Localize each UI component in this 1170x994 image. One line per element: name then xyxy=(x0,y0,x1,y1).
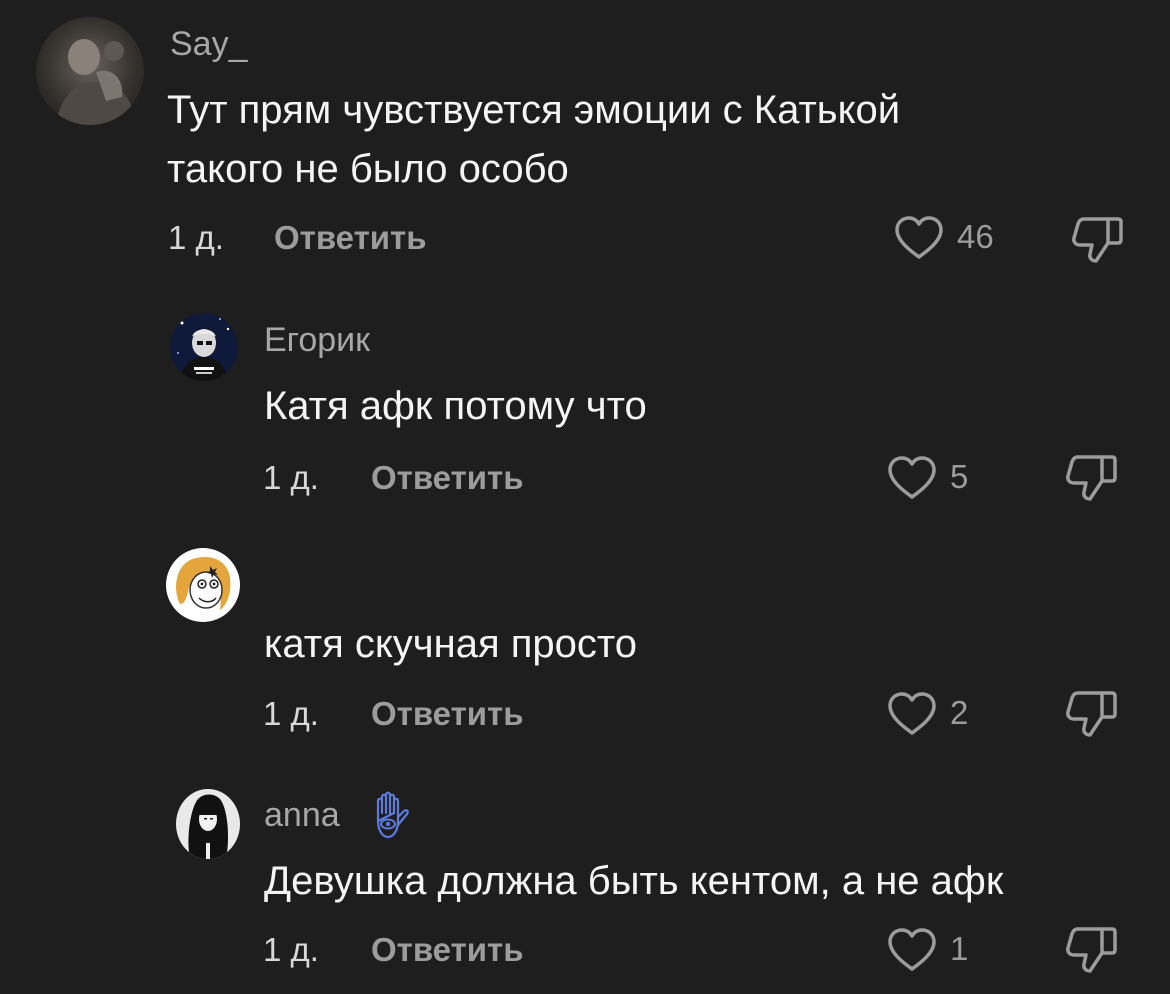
reply-button[interactable]: Ответить xyxy=(371,458,524,498)
comment-meta: 1 д. Ответить xyxy=(0,458,1170,498)
dislike-icon[interactable] xyxy=(1064,925,1120,975)
comment-text-line: катя скучная просто xyxy=(264,622,638,666)
comment-text-line: Катя афк потому что xyxy=(264,384,647,428)
heart-icon xyxy=(888,928,936,971)
comment-time: 1 д. xyxy=(263,459,319,496)
like-button[interactable]: 5 xyxy=(886,455,986,499)
heart-icon xyxy=(895,216,943,259)
like-button[interactable]: 46 xyxy=(893,215,1013,259)
dislike-icon[interactable] xyxy=(1064,689,1120,739)
avatar[interactable] xyxy=(170,313,238,381)
like-count: 5 xyxy=(950,458,969,495)
comment-time: 1 д. xyxy=(168,219,224,256)
hamsa-hand-icon xyxy=(376,791,409,839)
comment-item: катя скучная просто 1 д. Ответить 2 xyxy=(0,530,1170,775)
dislike-icon[interactable] xyxy=(1064,453,1120,503)
like-button[interactable]: 1 xyxy=(886,927,986,971)
like-count: 2 xyxy=(950,694,969,731)
dislike-icon[interactable] xyxy=(1070,215,1126,265)
comment-item: Say_ Тут прям чувствуется эмоции с Катьк… xyxy=(0,0,1170,290)
comment-meta: 1 д. Ответить xyxy=(0,694,1170,734)
comment-item: anna Девушка должна быть кентом, а не аф… xyxy=(0,775,1170,994)
comment-username[interactable]: Say_ xyxy=(170,24,248,64)
avatar[interactable] xyxy=(36,17,144,125)
like-count: 1 xyxy=(950,930,969,967)
comment-item: Егорик Катя афк потому что 1 д. Ответить… xyxy=(0,290,1170,530)
comment-time: 1 д. xyxy=(263,695,319,732)
like-count: 46 xyxy=(957,218,994,255)
comment-text-line: такого не было особо xyxy=(167,147,569,191)
comment-meta: 1 д. Ответить xyxy=(0,930,1170,970)
heart-icon xyxy=(888,692,936,735)
avatar[interactable] xyxy=(176,789,240,859)
comment-username[interactable]: Егорик xyxy=(264,320,370,360)
reply-button[interactable]: Ответить xyxy=(274,218,427,258)
comment-username[interactable]: anna xyxy=(264,795,340,835)
reply-button[interactable]: Ответить xyxy=(371,694,524,734)
like-button[interactable]: 2 xyxy=(886,691,986,735)
heart-icon xyxy=(888,456,936,499)
avatar[interactable] xyxy=(166,548,240,622)
comment-text-line: Девушка должна быть кентом, а не афк xyxy=(264,859,1004,903)
reply-button[interactable]: Ответить xyxy=(371,930,524,970)
comment-time: 1 д. xyxy=(263,931,319,968)
comment-text-line: Тут прям чувствуется эмоции с Катькой xyxy=(167,88,901,132)
